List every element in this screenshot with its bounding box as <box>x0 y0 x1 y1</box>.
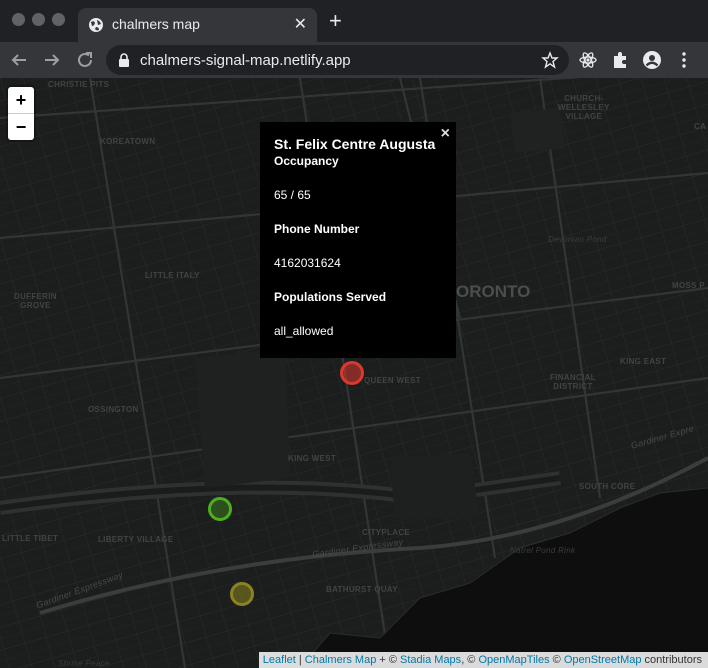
map-label-koreatown: KOREATOWN <box>100 137 156 146</box>
map-label-liberty-village: LIBERTY VILLAGE <box>98 535 174 544</box>
shelter-marker-green[interactable] <box>208 497 232 521</box>
phone-label: Phone Number <box>274 222 360 236</box>
map-label-king-east: KING EAST <box>620 357 667 366</box>
map-label-devonian-pond: Devonian Pond <box>548 235 607 244</box>
bookmark-star-icon[interactable] <box>541 51 559 69</box>
attribution-comma: , © <box>461 654 479 666</box>
map-label-toronto: ORONTO <box>456 282 531 301</box>
zoom-in-button[interactable]: + <box>8 87 34 114</box>
chalmers-map-link[interactable]: Chalmers Map <box>305 654 377 666</box>
kebab-menu-icon[interactable] <box>674 50 694 70</box>
attribution-copyright: © <box>549 654 564 666</box>
attribution-plus: + © <box>376 654 401 666</box>
back-arrow-icon[interactable] <box>8 49 30 71</box>
stadia-maps-link[interactable]: Stadia Maps <box>400 654 461 666</box>
populations-label: Populations Served <box>274 290 387 304</box>
react-devtools-icon[interactable] <box>578 50 598 70</box>
lock-icon <box>119 53 129 67</box>
map-label-shrine-peace: Shrine Peace <box>58 659 110 668</box>
map-label-financial-district: FINANCIAL DISTRICT <box>550 373 596 391</box>
map-label-queen-west: QUEEN WEST <box>364 376 421 385</box>
url-text: chalmers-signal-map.netlify.app <box>140 52 351 69</box>
popup-close-button[interactable]: × <box>441 125 450 143</box>
zoom-control: + − <box>8 87 34 140</box>
map-label-moss-park: MOSS P <box>672 281 705 290</box>
address-bar[interactable]: chalmers-signal-map.netlify.app <box>106 45 569 75</box>
forward-arrow-icon[interactable] <box>41 49 63 71</box>
map-label-little-tibet: LITTLE TIBET <box>2 534 59 543</box>
globe-icon <box>89 18 103 32</box>
shelter-popup: × St. Felix Centre Augusta Occupancy 65 … <box>260 122 456 358</box>
zoom-out-button[interactable]: − <box>8 114 34 140</box>
map-label-church-wellesley: CHURCH- WELLESLEY VILLAGE <box>558 94 610 121</box>
map-label-natrel-pond: Natrel Pond Rink <box>510 546 576 555</box>
browser-toolbar: chalmers-signal-map.netlify.app <box>0 42 708 78</box>
tab-close-icon[interactable]: ✕ <box>294 14 307 34</box>
phone-value: 4162031624 <box>274 256 341 270</box>
map-label-ca: CA <box>694 122 707 131</box>
openstreetmap-link[interactable]: OpenStreetMap <box>564 654 642 666</box>
map-container[interactable]: CHRISTIE PITS CHURCH- WELLESLEY VILLAGE … <box>0 78 708 668</box>
browser-tab-bar: chalmers map ✕ + <box>0 0 708 42</box>
map-label-cityplace: CITYPLACE <box>362 528 411 537</box>
map-label-bathurst-quay: BATHURST QUAY <box>326 585 398 594</box>
map-label-ossington: OSSINGTON <box>88 405 139 414</box>
tab-title: chalmers map <box>112 16 200 32</box>
window-maximize-dot[interactable] <box>52 13 65 26</box>
popup-title: St. Felix Centre Augusta <box>274 136 436 152</box>
browser-tab[interactable]: chalmers map ✕ <box>78 8 317 42</box>
leaflet-link[interactable]: Leaflet <box>263 654 296 666</box>
map-label-little-italy: LITTLE ITALY <box>145 271 200 280</box>
reload-icon[interactable] <box>74 49 96 71</box>
profile-avatar-icon[interactable] <box>642 50 662 70</box>
map-label-king-west: KING WEST <box>288 454 337 463</box>
map-label-dufferin-grove: DUFFERIN GROVE <box>14 292 57 310</box>
map-label-south-core: SOUTH CORE <box>579 482 636 491</box>
occupancy-label: Occupancy <box>274 154 339 168</box>
shelter-marker-yellow[interactable] <box>230 582 254 606</box>
shelter-marker-red[interactable] <box>340 361 364 385</box>
map-label-christie-pits: CHRISTIE PITS <box>48 80 110 89</box>
window-close-dot[interactable] <box>12 13 25 26</box>
openmaptiles-link[interactable]: OpenMapTiles <box>478 654 549 666</box>
populations-value: all_allowed <box>274 324 334 338</box>
attribution-contributors: contributors <box>641 654 702 666</box>
extensions-puzzle-icon[interactable] <box>610 50 630 70</box>
window-minimize-dot[interactable] <box>32 13 45 26</box>
attribution-separator: | <box>295 654 305 666</box>
occupancy-value: 65 / 65 <box>274 188 311 202</box>
map-attribution: Leaflet | Chalmers Map + © Stadia Maps, … <box>258 652 708 668</box>
new-tab-button[interactable]: + <box>329 10 342 32</box>
